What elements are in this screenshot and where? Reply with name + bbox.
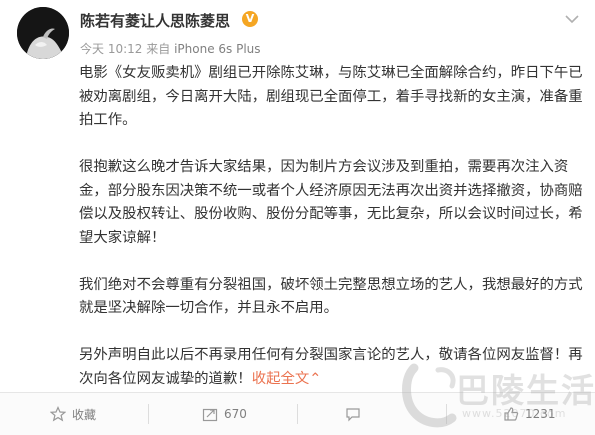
user-name[interactable]: 陈若有菱让人思陈菱思 [80,10,230,31]
post-time[interactable]: 今天 10:12 [80,42,142,56]
source-prefix: 来自 [146,42,171,56]
post-content: 电影《女友贩卖机》剧组已开除陈艾琳，与陈艾琳已全面解除合约，昨日下午已被劝离剧组… [79,62,584,415]
collapse-arrow-icon[interactable]: ⌃ [309,371,321,387]
post-paragraph: 很抱歉这么晚才告诉大家结果，因为制片方会议涉及到重拍，需要再次注入资金，部分股东… [79,159,583,246]
comment-icon [346,408,360,422]
watermark-text: 巴陵生活网 [456,371,595,410]
watermark-url: www.52070.com [462,407,567,420]
divider [148,404,149,424]
share-button[interactable]: 670 [202,393,247,435]
comment-button[interactable] [345,393,367,435]
post-meta: 今天 10:12 来自 iPhone 6s Plus [80,40,261,57]
collapse-link[interactable]: 收起全文 [252,371,310,387]
chevron-down-icon[interactable] [565,14,579,24]
post-source[interactable]: iPhone 6s Plus [174,42,260,56]
divider [446,404,447,424]
share-icon [202,408,218,422]
post-paragraph: 电影《女友贩卖机》剧组已开除陈艾琳，与陈艾琳已全面解除合约，昨日下午已被劝离剧组… [79,65,583,128]
avatar[interactable] [17,7,69,59]
share-count: 670 [224,407,247,421]
star-icon [50,406,66,422]
post-paragraph: 我们绝对不会尊重有分裂祖国，破坏领土完整思想立场的艺人，我想最好的方式就是坚决解… [79,276,583,317]
favorite-label: 收藏 [72,407,97,422]
divider [297,404,298,424]
favorite-button[interactable]: 收藏 [50,393,96,435]
verified-icon: V [242,11,258,27]
post-header: 陈若有菱让人思陈菱思 V 今天 10:12 来自 iPhone 6s Plus [0,0,595,64]
